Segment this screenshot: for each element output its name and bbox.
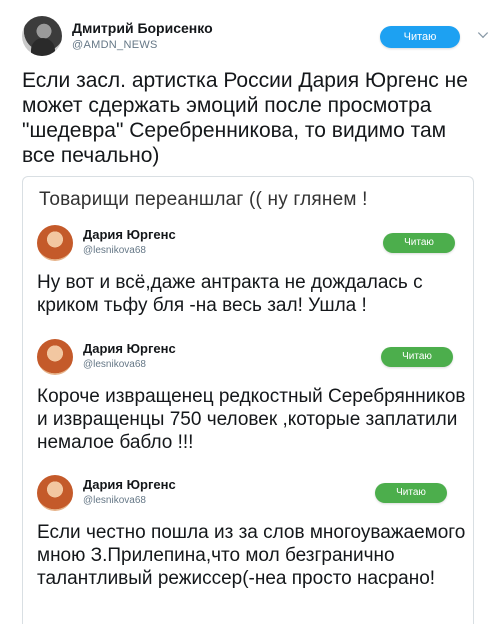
card-title: Товарищи переаншлаг (( ну глянем ! xyxy=(39,189,368,210)
author-handle[interactable]: @AMDN_NEWS xyxy=(72,39,158,51)
author-handle[interactable]: @lesnikova68 xyxy=(83,245,146,256)
outer-tweet-header: Дмитрий Борисенко @AMDN_NEWS Читаю xyxy=(22,16,489,60)
author-handle[interactable]: @lesnikova68 xyxy=(83,495,146,506)
reply-text: Короче извращенец редкостный Серебрянник… xyxy=(37,386,466,453)
author-name[interactable]: Дария Юргенс xyxy=(83,341,176,356)
avatar[interactable] xyxy=(37,339,73,375)
tweet-text: Если засл. артистка России Дария Юргенс … xyxy=(22,69,468,167)
follow-button[interactable]: Читаю xyxy=(380,26,460,48)
reply-text: Если честно пошла из за слов многоуважае… xyxy=(37,522,466,589)
screenshot: Дмитрий Борисенко @AMDN_NEWS Читаю Если … xyxy=(0,0,496,624)
reply-tweet: Дария Юргенс @lesnikova68 Читаю Короче и… xyxy=(37,339,467,469)
follow-button[interactable]: Читаю xyxy=(383,233,455,253)
avatar[interactable] xyxy=(22,16,62,56)
author-name[interactable]: Дмитрий Борисенко xyxy=(72,20,213,36)
avatar[interactable] xyxy=(37,225,73,261)
author-name[interactable]: Дария Юргенс xyxy=(83,477,176,492)
author-name[interactable]: Дария Юргенс xyxy=(83,227,176,242)
embedded-screenshot-card: Товарищи переаншлаг (( ну глянем ! Дария… xyxy=(22,176,474,624)
avatar[interactable] xyxy=(37,475,73,511)
reply-tweet: Дария Юргенс @lesnikova68 Читаю Если чес… xyxy=(37,475,467,624)
reply-tweet: Дария Юргенс @lesnikova68 Читаю Ну вот и… xyxy=(37,225,467,345)
author-handle[interactable]: @lesnikova68 xyxy=(83,359,146,370)
follow-button[interactable]: Читаю xyxy=(375,483,447,503)
follow-button[interactable]: Читаю xyxy=(381,347,453,367)
chevron-down-icon[interactable] xyxy=(477,27,489,39)
reply-text: Ну вот и всё,даже антракта не дождалась … xyxy=(37,272,423,316)
